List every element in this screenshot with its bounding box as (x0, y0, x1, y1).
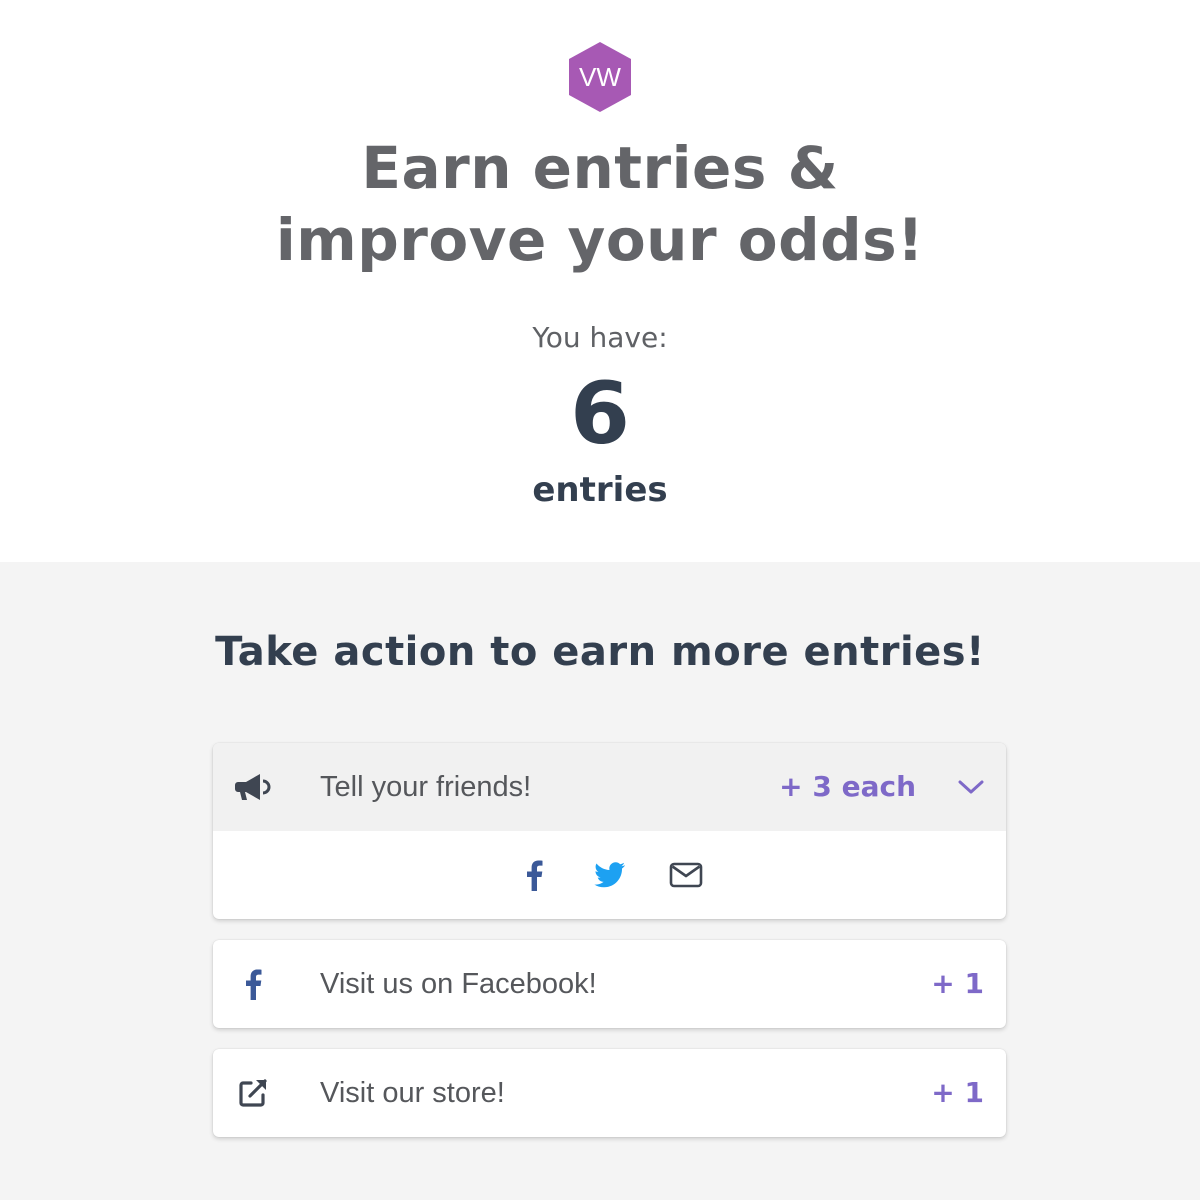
facebook-icon (526, 860, 542, 891)
you-have-label: You have: (532, 321, 668, 354)
action-row-tell-friends[interactable]: Tell your friends! + 3 each (213, 743, 1006, 831)
page-title: Earn entries & improve your odds! (200, 132, 1000, 276)
headline-line-1: Earn entries & (361, 134, 839, 202)
twitter-share-button[interactable] (590, 855, 630, 895)
twitter-icon (593, 862, 625, 888)
action-card-tell-friends: Tell your friends! + 3 each (213, 743, 1006, 919)
action-label: Tell your friends! (320, 771, 532, 803)
share-options (213, 831, 1006, 919)
action-card-visit-store: Visit our store! + 1 (213, 1049, 1006, 1137)
logo-text: VW (579, 61, 621, 92)
headline-line-2: improve your odds! (275, 206, 925, 274)
action-row-visit-facebook[interactable]: Visit us on Facebook! + 1 (213, 940, 1006, 1028)
entry-count: 6 (570, 364, 630, 464)
brand-logo: VW (563, 40, 637, 114)
entries-label: entries (532, 470, 668, 510)
facebook-share-button[interactable] (514, 855, 554, 895)
chevron-down-icon[interactable] (954, 770, 988, 804)
facebook-icon (233, 964, 273, 1004)
action-card-visit-facebook: Visit us on Facebook! + 1 (213, 940, 1006, 1028)
points-badge: + 3 each (779, 770, 916, 803)
action-row-visit-store[interactable]: Visit our store! + 1 (213, 1049, 1006, 1137)
external-link-icon (233, 1073, 273, 1113)
action-label: Visit our store! (320, 1077, 505, 1109)
email-share-button[interactable] (666, 855, 706, 895)
points-badge: + 1 (931, 1076, 984, 1109)
actions-heading: Take action to earn more entries! (215, 629, 985, 675)
megaphone-icon (233, 767, 273, 807)
points-badge: + 1 (931, 967, 984, 1000)
email-icon (669, 862, 702, 888)
action-label: Visit us on Facebook! (320, 968, 597, 1000)
entries-summary-panel: VW Earn entries & improve your odds! You… (0, 0, 1200, 562)
